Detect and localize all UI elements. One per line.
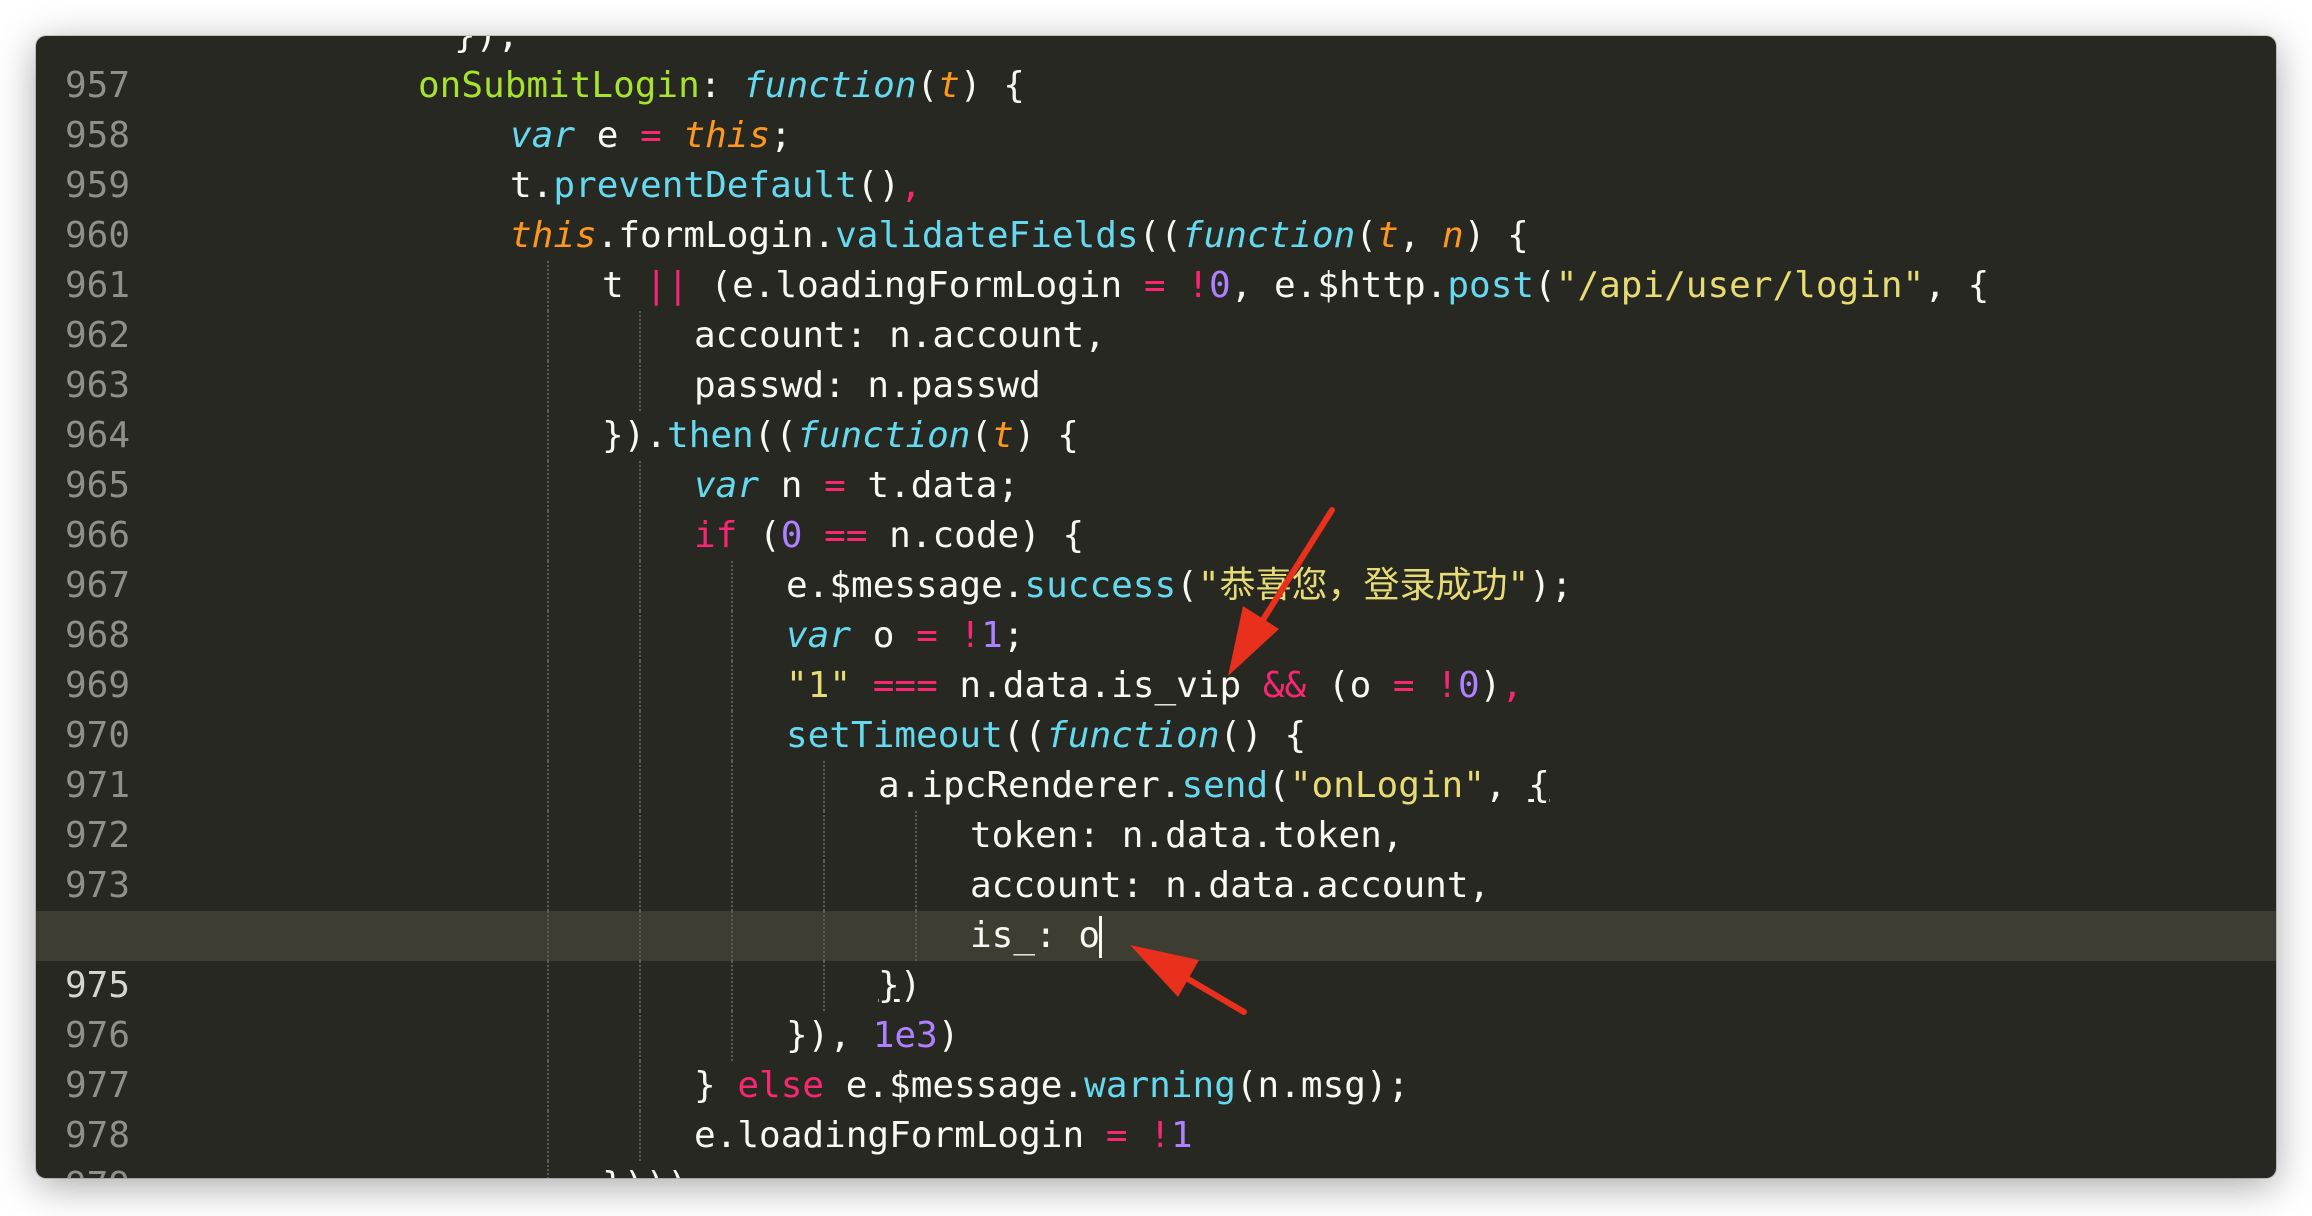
code-editor-window: 957 }); 958 onSubmitLogin: function(t) {… xyxy=(36,36,2276,1178)
annotation-arrows xyxy=(1130,507,1335,1015)
arrow-pointing-at-cursor xyxy=(1130,945,1247,1015)
arrow-pointing-at-is-vip xyxy=(1228,507,1335,676)
